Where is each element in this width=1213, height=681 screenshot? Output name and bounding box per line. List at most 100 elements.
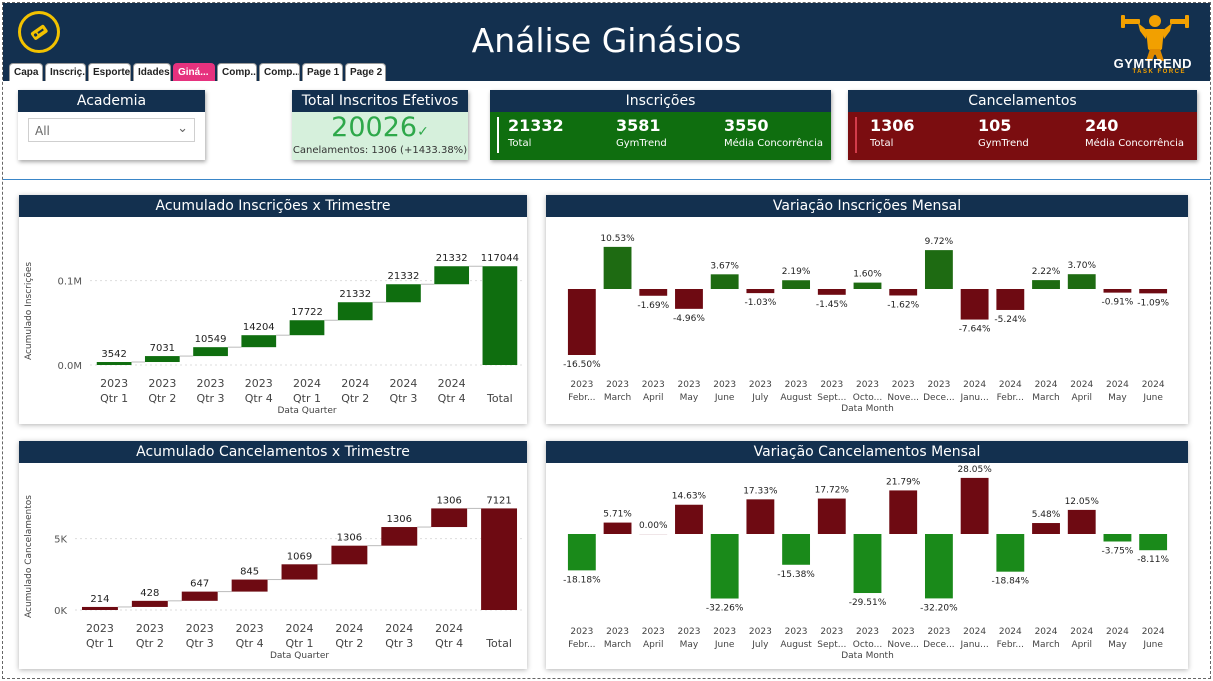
canc-waterfall-title: Acumulado Cancelamentos x Trimestre	[19, 441, 527, 463]
tab-3[interactable]: Idades	[133, 63, 171, 81]
canc-waterfall-xtick-label: 2024	[335, 622, 363, 635]
brand-subtitle: TASK FORCE	[1132, 69, 1186, 75]
canc-monthly-xtick-label: Dece...	[923, 640, 955, 650]
canc-monthly-xtick-label: 2024	[1106, 627, 1129, 637]
insc-waterfall-bar	[96, 362, 132, 365]
canc-waterfall-bar	[431, 508, 468, 528]
canc-monthly-bar	[710, 534, 739, 599]
insc-waterfall-xtick-label: Qtr 1	[293, 392, 321, 405]
inscricoes-total-value: 21332	[508, 116, 564, 135]
canc-monthly-bar	[603, 522, 632, 534]
canc-waterfall-xtick-label: Qtr 2	[335, 637, 363, 650]
inscricoes-avg-value: 3550	[724, 116, 769, 135]
insc-monthly-xtick-label: Febr...	[568, 393, 595, 403]
canc-monthly-chart: -18.18% 2023 Febr... 5.71% 2023 March 0.00% 202…	[563, 465, 1169, 661]
insc-waterfall-bar	[241, 335, 277, 348]
canc-monthly-bar	[1139, 534, 1168, 551]
insc-monthly-data-label: -1.45%	[816, 300, 848, 310]
insc-monthly-data-label: 10.53%	[600, 234, 635, 244]
canc-monthly-bar	[853, 534, 882, 594]
insc-waterfall-chart: 0.0M 0.1M Acumulado Inscrições 3542 2023 Qtr …	[24, 253, 524, 416]
inscricoes-kpi-title: Inscrições	[490, 90, 831, 112]
canc-waterfall-bar	[131, 600, 168, 607]
header-bar: Análise Ginásios CapaInscriç...EsporteId…	[3, 3, 1210, 81]
chevron-down-icon: ⌄	[177, 121, 188, 136]
insc-waterfall-bar	[337, 302, 373, 321]
insc-waterfall-xtick-label: 2023	[148, 377, 176, 390]
canc-waterfall-xtick-label: Qtr 4	[435, 637, 463, 650]
academia-dropdown[interactable]: All ⌄	[28, 118, 195, 142]
insc-monthly-bar	[817, 289, 846, 295]
canc-waterfall-xtick-label: 2024	[286, 622, 314, 635]
canc-waterfall-xtick-label: Qtr 1	[286, 637, 314, 650]
insc-monthly-xtick-label: June	[714, 393, 735, 403]
canc-monthly-bar	[996, 534, 1025, 572]
insc-monthly-xtick-label: 2024	[1142, 380, 1165, 390]
insc-monthly-xtick-label: Sept...	[817, 393, 846, 403]
tab-8[interactable]: Page 2	[345, 63, 386, 81]
canc-waterfall-bar	[181, 591, 218, 601]
kpi-accent-bar	[497, 117, 499, 153]
tab-5[interactable]: Comp...	[217, 63, 257, 81]
canc-monthly-bar	[924, 534, 953, 599]
canc-monthly-xtick-label: 2024	[1070, 627, 1093, 637]
canc-waterfall-data-label: 1069	[287, 551, 312, 562]
insc-monthly-data-label: -5.24%	[994, 315, 1026, 325]
canc-monthly-xtick-label: Sept...	[817, 640, 846, 650]
insc-monthly-xtick-label: 2023	[570, 380, 593, 390]
canc-monthly-data-label: -8.11%	[1137, 555, 1169, 565]
canc-waterfall-data-label: 647	[190, 579, 209, 590]
canc-monthly-bar	[1067, 509, 1096, 534]
tab-0[interactable]: Capa	[9, 63, 43, 81]
insc-monthly-data-label: -1.62%	[887, 300, 919, 310]
insc-monthly-xtick-label: May	[680, 393, 699, 403]
insc-monthly-chart: -16.50% 2023 Febr... 10.53% 2023 March -1.69% 2…	[563, 234, 1169, 414]
insc-monthly-xlabel: Data Month	[841, 404, 894, 414]
academia-filter-title: Academia	[18, 90, 205, 112]
insc-monthly-data-label: -1.09%	[1137, 298, 1169, 308]
insc-waterfall-panel: Acumulado Inscrições x Trimestre 0.0M 0.1…	[19, 195, 527, 424]
canc-monthly-xtick-label: 2023	[749, 627, 772, 637]
insc-monthly-xtick-label: 2024	[1070, 380, 1093, 390]
canc-monthly-bar	[889, 490, 918, 534]
insc-waterfall-xtick-label: 2024	[341, 377, 369, 390]
canc-waterfall-data-label: 214	[90, 594, 109, 605]
insc-monthly-xtick-label: Dece...	[923, 393, 955, 403]
kpi-accent-bar	[855, 117, 857, 153]
insc-waterfall-xtick-label: 2024	[389, 377, 417, 390]
canc-waterfall-xtick-label: 2023	[86, 622, 114, 635]
canc-monthly-xtick-label: August	[780, 640, 812, 650]
insc-waterfall-data-label: 7031	[150, 343, 175, 354]
insc-waterfall-bar	[482, 266, 518, 365]
tab-1[interactable]: Inscriç...	[45, 63, 86, 81]
insc-waterfall-xtick-label: 2024	[293, 377, 321, 390]
tab-4[interactable]: Giná...	[173, 63, 215, 81]
insc-monthly-bar	[853, 282, 882, 289]
insc-monthly-xtick-label: 2023	[820, 380, 843, 390]
insc-monthly-bar	[710, 274, 739, 289]
canc-monthly-xtick-label: June	[714, 640, 735, 650]
canc-waterfall-bar	[231, 579, 268, 592]
canc-monthly-bar	[782, 534, 811, 565]
inscricoes-avg-label: Média Concorrência	[724, 138, 823, 149]
insc-waterfall-xtick-label: 2023	[197, 377, 225, 390]
canc-monthly-xtick-label: 2023	[713, 627, 736, 637]
insc-waterfall-xtick-label: Qtr 1	[100, 392, 128, 405]
canc-waterfall-ylabel: Acumulado Cancelamentos	[24, 495, 34, 618]
page-tabs: CapaInscriç...EsporteIdadesGiná...Comp..…	[9, 63, 386, 81]
canc-waterfall-xtick-label: 2023	[236, 622, 264, 635]
insc-waterfall-data-label: 117044	[481, 253, 519, 264]
tab-6[interactable]: Comp...	[259, 63, 300, 81]
canc-monthly-xtick-label: 2023	[856, 627, 879, 637]
insc-waterfall-data-label: 14204	[243, 322, 275, 333]
canc-monthly-xtick-label: April	[643, 640, 664, 650]
canc-monthly-xtick-label: July	[751, 640, 769, 650]
cancelamentos-kpi-title: Cancelamentos	[848, 90, 1197, 112]
canc-monthly-xtick-label: 2023	[678, 627, 701, 637]
total-inscritos-value: 20026✓	[292, 112, 468, 143]
tab-2[interactable]: Esporte	[88, 63, 131, 81]
canc-monthly-xtick-label: 2023	[785, 627, 808, 637]
tab-7[interactable]: Page 1	[302, 63, 343, 81]
cancelamentos-gym-value: 105	[978, 116, 1012, 135]
insc-waterfall-data-label: 21332	[388, 271, 420, 282]
